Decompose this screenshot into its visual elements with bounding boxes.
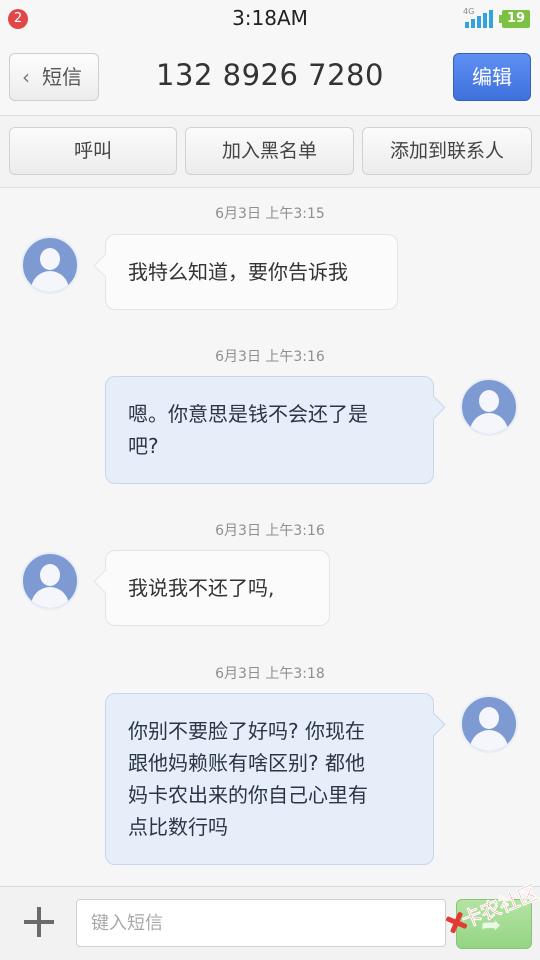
- message-text: 我特么知道，要你告诉我: [128, 260, 348, 284]
- message-timestamp: 6月3日 上午3:18: [215, 666, 325, 682]
- edit-button[interactable]: 编辑: [453, 53, 531, 101]
- contact-avatar[interactable]: [21, 236, 79, 294]
- message-bubble-outgoing[interactable]: 嗯。你意思是钱不会还了是 吧?: [105, 376, 434, 484]
- back-button[interactable]: ‹ 短信: [9, 53, 99, 101]
- status-time: 3:18AM: [232, 6, 308, 30]
- message-timestamp: 6月3日 上午3:15: [215, 206, 325, 222]
- plus-icon[interactable]: [20, 903, 58, 941]
- add-to-blacklist-button[interactable]: 加入黑名单: [185, 127, 354, 175]
- message-bubble-incoming[interactable]: 我特么知道，要你告诉我: [105, 234, 398, 310]
- message-text-line: 你别不要脸了好吗? 你现在: [128, 719, 365, 743]
- action-row: 呼叫 加入黑名单 添加到联系人: [0, 116, 540, 188]
- my-avatar[interactable]: [460, 695, 518, 753]
- message-text-line: 点比数行吗: [128, 815, 228, 839]
- message-text-line: 妈卡农出来的你自己心里有: [128, 783, 368, 807]
- chevron-left-icon: ‹: [22, 65, 30, 89]
- message-text-line: 嗯。你意思是钱不会还了是: [128, 402, 368, 426]
- message-text: 我说我不还了吗,: [128, 576, 275, 600]
- message-bubble-incoming[interactable]: 我说我不还了吗,: [105, 550, 330, 626]
- message-bubble-outgoing[interactable]: 你别不要脸了好吗? 你现在 跟他妈赖账有啥区别? 都他 妈卡农出来的你自己心里有…: [105, 693, 434, 865]
- page-title: 132 8926 7280: [156, 58, 384, 92]
- conversation-list[interactable]: 6月3日 上午3:15 我特么知道，要你告诉我 6月3日 上午3:16 嗯。你意…: [0, 188, 540, 886]
- battery-icon: 19: [499, 10, 530, 28]
- message-input[interactable]: [76, 899, 446, 947]
- message-text-line: 跟他妈赖账有啥区别? 都他: [128, 751, 365, 775]
- message-timestamp: 6月3日 上午3:16: [215, 523, 325, 539]
- status-bar: 2 3:18AM 4G 19: [0, 0, 540, 38]
- title-bar: ‹ 短信 132 8926 7280 编辑: [0, 38, 540, 116]
- network-type: 4G: [463, 7, 475, 16]
- call-button[interactable]: 呼叫: [9, 127, 177, 175]
- message-timestamp: 6月3日 上午3:16: [215, 349, 325, 365]
- add-to-contacts-button[interactable]: 添加到联系人: [362, 127, 532, 175]
- my-avatar[interactable]: [460, 378, 518, 436]
- signal-icon: 4G: [463, 7, 493, 28]
- back-label: 短信: [42, 65, 82, 89]
- contact-avatar[interactable]: [21, 552, 79, 610]
- message-text-line: 吧?: [128, 434, 159, 458]
